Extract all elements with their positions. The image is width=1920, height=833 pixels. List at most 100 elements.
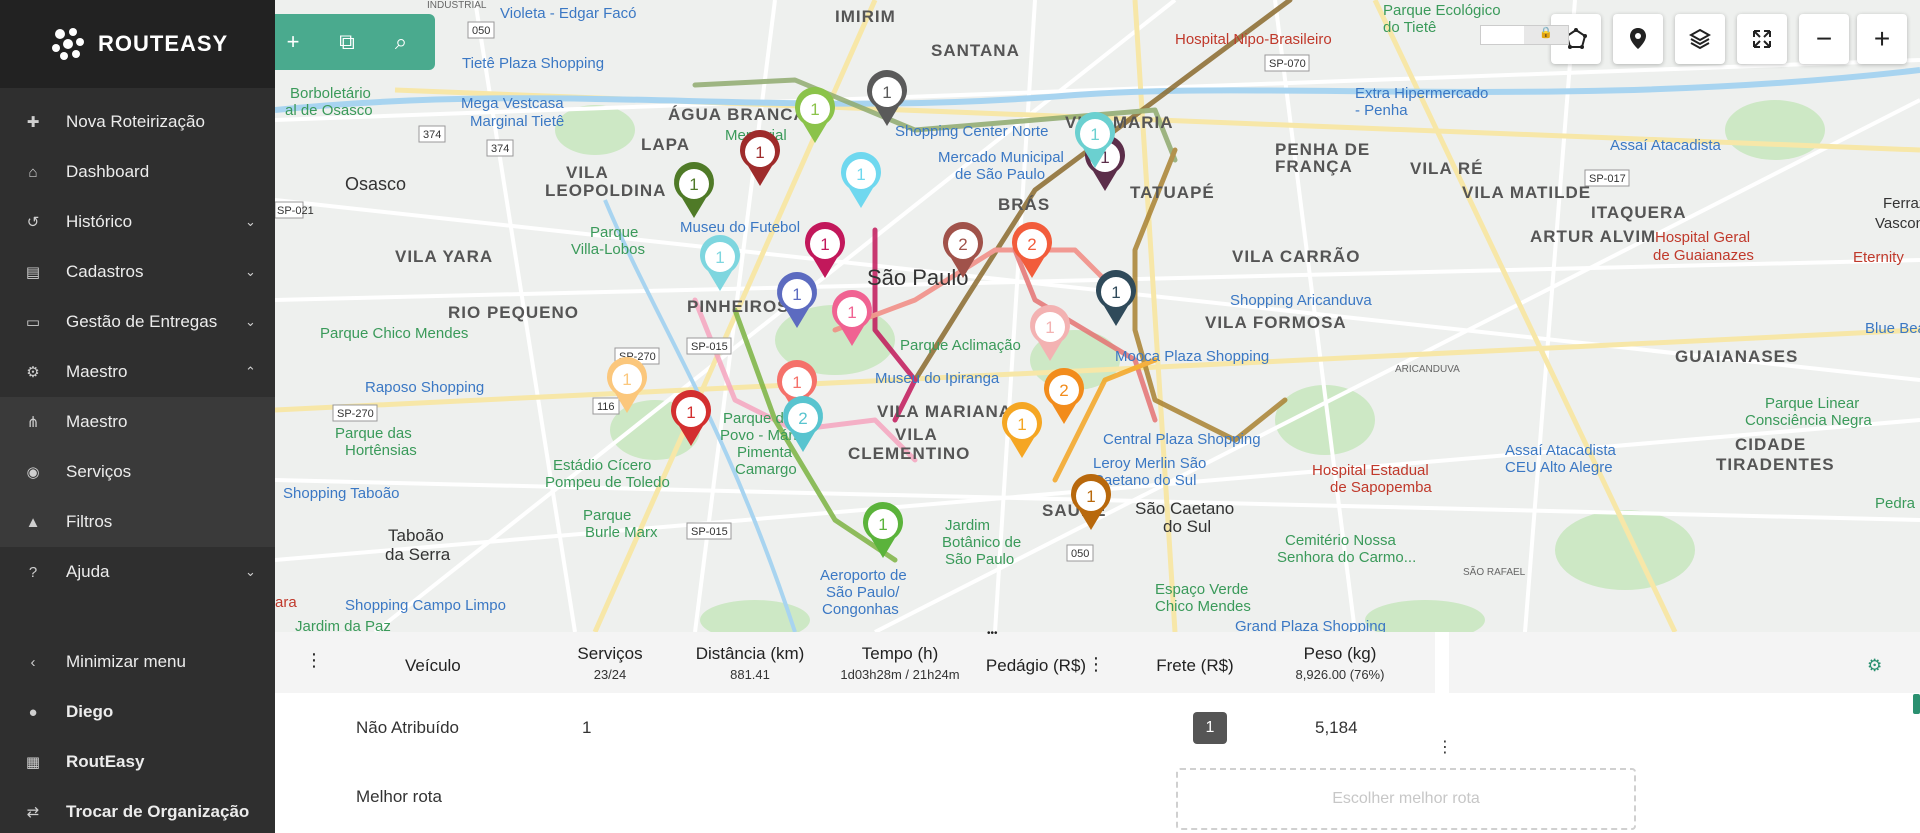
column-peso[interactable]: Peso (kg) 8,926.00 (76%) xyxy=(1275,644,1405,682)
brand-logo[interactable]: ROUTEASY xyxy=(0,0,275,88)
sidebar-item-trocar-organizacao[interactable]: ⇄ Trocar de Organização xyxy=(0,787,275,833)
map-area-label: ARTUR ALVIM xyxy=(1530,227,1656,246)
column-veiculo[interactable]: Veículo xyxy=(405,656,461,676)
column-menu-icon[interactable]: ⋮ xyxy=(1087,654,1105,675)
sidebar-item-gestao-entregas[interactable]: ▭ Gestão de Entregas ⌄ xyxy=(0,297,275,347)
map-poi-label: ARICANDUVA xyxy=(1395,364,1460,375)
marker-count: 1 xyxy=(792,285,801,304)
marker-count: 1 xyxy=(715,248,724,267)
sidebar-item-minimizar[interactable]: ‹ Minimizar menu xyxy=(0,637,275,687)
minus-icon: − xyxy=(1815,23,1833,54)
layers-button[interactable] xyxy=(1675,14,1725,64)
map-area-label: FRANÇA xyxy=(1275,157,1353,176)
route-stop-marker[interactable]: 1 xyxy=(795,87,835,143)
map-poi-label: Jardim xyxy=(945,517,990,534)
gear-icon[interactable]: ⚙ xyxy=(1867,656,1882,676)
ellipsis-icon[interactable]: ••• xyxy=(987,628,998,639)
map-poi-label: do Tietê xyxy=(1383,19,1436,36)
map-poi-label: Parque xyxy=(583,507,631,524)
map-poi-label: - Penha xyxy=(1355,102,1408,119)
column-frete[interactable]: Frete (R$) xyxy=(1130,656,1260,676)
map-poi-label: Parque do xyxy=(723,410,792,427)
map-area-label: VILA xyxy=(566,163,609,182)
search-icon[interactable]: ⌕ xyxy=(383,29,419,55)
row-melhor-rota-label[interactable]: Melhor rota xyxy=(356,787,442,807)
sidebar-item-historico[interactable]: ↺ Histórico ⌄ xyxy=(0,197,275,247)
map-poi-label: de São Paulo xyxy=(955,166,1045,183)
map-poi-label: de Guaianazes xyxy=(1653,247,1754,264)
marker-count: 2 xyxy=(1059,381,1068,400)
row-nao-atribuido-peso: 5,184 xyxy=(1315,718,1358,737)
map-poi-label: Hortênsias xyxy=(345,442,417,459)
question-icon: ? xyxy=(28,563,38,581)
sidebar-item-maestro[interactable]: ⋔ Maestro xyxy=(0,397,275,447)
copy-icon[interactable]: ⧉ xyxy=(329,29,365,55)
route-stop-marker[interactable]: 1 xyxy=(863,501,904,558)
map-poi-label: Chico Mendes xyxy=(1155,598,1251,615)
sidebar-item-user[interactable]: ● Diego xyxy=(0,687,275,737)
map-area-label: SANTANA xyxy=(931,41,1020,60)
map-poi-label: Cemitério Nossa xyxy=(1285,532,1397,549)
unassigned-count-badge[interactable]: 1 xyxy=(1193,712,1227,744)
map-area-label: Osasco xyxy=(345,174,406,194)
column-servicos[interactable]: Serviços 23/24 xyxy=(545,644,675,682)
scrollbar-thumb[interactable] xyxy=(1913,694,1920,714)
sidebar-item-nova-roteirizacao[interactable]: ✚ Nova Roteirização xyxy=(0,97,275,147)
route-stop-marker[interactable]: 1 xyxy=(1071,474,1111,530)
sidebar-item-filtros[interactable]: ▲ Filtros xyxy=(0,497,275,547)
marker-count: 1 xyxy=(810,100,819,119)
map-poi-label: ara xyxy=(275,594,297,611)
brand-name: ROUTEASY xyxy=(98,31,229,56)
add-icon[interactable]: + xyxy=(275,29,311,55)
map-poi-label: Estádio Cícero xyxy=(553,457,651,474)
lock-toggle[interactable]: 🔒 xyxy=(1480,25,1569,45)
route-stop-marker[interactable]: 1 xyxy=(740,130,780,186)
map-poi-label: Vascon xyxy=(1875,215,1920,232)
zoom-in-button[interactable]: + xyxy=(1857,14,1907,64)
fullscreen-button[interactable] xyxy=(1737,14,1787,64)
route-map[interactable]: IMIRIM SANTANA ÁGUA BRANCA LAPA VILA LEO… xyxy=(275,0,1920,632)
map-canvas[interactable]: IMIRIM SANTANA ÁGUA BRANCA LAPA VILA LEO… xyxy=(275,0,1920,632)
route-stop-marker[interactable]: 1 xyxy=(867,70,907,126)
sidebar-item-label: Diego xyxy=(66,702,114,721)
map-pin-button[interactable] xyxy=(1613,14,1663,64)
map-area-label: VILA CARRÃO xyxy=(1232,246,1360,266)
route-stop-marker[interactable]: 1 xyxy=(805,222,845,278)
map-area-label: VILA YARA xyxy=(395,247,493,266)
column-distancia[interactable]: Distância (km) 881.41 xyxy=(670,644,830,682)
route-stop-marker[interactable]: 1 xyxy=(700,235,740,291)
column-label: Peso (kg) xyxy=(1303,644,1377,663)
map-area-label: PINHEIROS xyxy=(687,297,790,316)
chevron-down-icon: ⌄ xyxy=(245,214,256,229)
route-stop-marker[interactable]: 1 xyxy=(840,152,881,208)
sidebar-item-dashboard[interactable]: ⌂ Dashboard xyxy=(0,147,275,197)
map-poi-label: Parque Ecológico xyxy=(1383,2,1501,19)
routeasy-logo-icon xyxy=(52,28,84,60)
sidebar-item-organization[interactable]: ▦ RoutEasy xyxy=(0,737,275,787)
highway-shield: SP-017 xyxy=(1589,173,1626,185)
map-area-label: São Caetano xyxy=(1135,499,1234,518)
zoom-out-button[interactable]: − xyxy=(1799,14,1849,64)
sidebar-item-cadastros[interactable]: ▤ Cadastros ⌄ xyxy=(0,247,275,297)
row-menu-icon[interactable]: ⋮ xyxy=(1437,737,1453,757)
map-area-label: TIRADENTES xyxy=(1716,455,1835,474)
sidebar-item-ajuda[interactable]: ? Ajuda ⌄ xyxy=(0,547,275,597)
column-menu-icon[interactable]: ⋮ xyxy=(305,650,323,671)
route-stop-marker[interactable]: 1 xyxy=(674,162,714,218)
map-poi-label: Shopping Aricanduva xyxy=(1230,292,1372,309)
column-pedagio[interactable]: Pedágio (R$) xyxy=(971,656,1101,676)
map-poi-label: Burle Marx xyxy=(585,524,658,541)
map-poi-label: Hospital Estadual xyxy=(1312,462,1429,479)
marker-count: 1 xyxy=(820,235,829,254)
map-poi-label: Raposo Shopping xyxy=(365,379,484,396)
column-tempo[interactable]: Tempo (h) 1d03h28m / 21h24m xyxy=(815,644,985,682)
sidebar-item-servicos[interactable]: ◉ Serviços xyxy=(0,447,275,497)
row-nao-atribuido-label[interactable]: Não Atribuído xyxy=(356,718,459,738)
sidebar-item-maestro-group[interactable]: ⚙ Maestro ⌃ xyxy=(0,347,275,397)
map-poi-label: Mooca Plaza Shopping xyxy=(1115,348,1269,365)
map-poi-label: São Paulo xyxy=(945,551,1014,568)
route-stop-marker[interactable]: 1 xyxy=(1096,270,1136,326)
route-stop-marker[interactable]: 2 xyxy=(1044,368,1084,424)
choose-best-route-button[interactable]: Escolher melhor rota xyxy=(1176,768,1636,830)
map-poi-label: Jardim da Paz xyxy=(295,618,391,632)
